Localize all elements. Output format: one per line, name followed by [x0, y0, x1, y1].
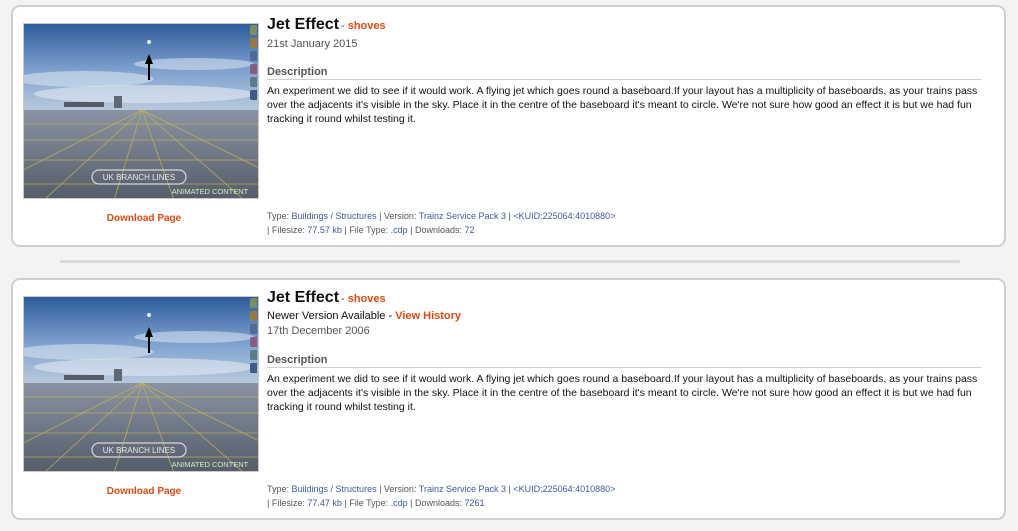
- release-date: 17th December 2006: [267, 325, 370, 337]
- animated-content-badge: ANIMATED CONTENT: [172, 187, 249, 196]
- author-link[interactable]: shoves: [348, 293, 386, 305]
- listing-card: UK BRANCH LINES ANIMATED CONTENT Downloa…: [11, 278, 1006, 520]
- title-row: Jet Effect - shoves: [267, 15, 997, 36]
- meta-row-2: | Filesize: 77.57 kb | File Type: .cdp |…: [267, 225, 475, 235]
- author-link[interactable]: shoves: [348, 20, 386, 32]
- side-tab[interactable]: [250, 25, 257, 35]
- listing-title[interactable]: Jet Effect: [267, 289, 339, 306]
- newer-version-text: Newer Version Available -: [267, 310, 393, 322]
- kuid-value: <KUID:225064:4010880>: [513, 211, 616, 221]
- kuid-value: <KUID:225064:4010880>: [513, 484, 616, 494]
- thumbnail-watermark: UK BRANCH LINES: [103, 446, 175, 455]
- filesize-value: 77.47 kb: [307, 498, 342, 508]
- side-tab[interactable]: [250, 298, 257, 308]
- listing-content: Jet Effect - shoves 21st January 2015 Desc…: [267, 15, 997, 126]
- listing-title[interactable]: Jet Effect: [267, 16, 339, 33]
- side-tab[interactable]: [250, 38, 257, 48]
- section-divider: [60, 260, 960, 263]
- version-label: Version:: [383, 484, 417, 494]
- download-page-link[interactable]: Download Page: [23, 486, 265, 497]
- filesize-label: Filesize:: [271, 225, 305, 235]
- description-heading: Description: [267, 354, 981, 368]
- description-text: An experiment we did to see if it would …: [267, 373, 978, 413]
- side-tab[interactable]: [250, 350, 257, 360]
- listing-content: Jet Effect - shoves Newer Version Availabl…: [267, 288, 997, 414]
- side-tab[interactable]: [250, 311, 257, 321]
- title-row: Jet Effect - shoves: [267, 288, 997, 309]
- gallery-side-tabs[interactable]: [250, 25, 260, 103]
- type-link[interactable]: Buildings / Structures: [292, 211, 377, 221]
- side-tab[interactable]: [250, 363, 257, 373]
- side-tab[interactable]: [250, 51, 257, 61]
- version-link[interactable]: Trainz Service Pack 3: [419, 484, 506, 494]
- version-label: Version:: [383, 211, 417, 221]
- downloads-count: 72: [464, 225, 475, 235]
- animated-content-badge: ANIMATED CONTENT: [172, 460, 249, 469]
- meta-row-2: | Filesize: 77.47 kb | File Type: .cdp |…: [267, 498, 485, 508]
- filesize-label: Filesize:: [271, 498, 305, 508]
- type-link[interactable]: Buildings / Structures: [292, 484, 377, 494]
- title-separator: -: [341, 20, 345, 32]
- view-history-link[interactable]: View History: [395, 310, 461, 322]
- meta-row-1: Type: Buildings / Structures | Version: …: [267, 211, 616, 221]
- filetype-label: File Type:: [349, 498, 389, 508]
- thumbnail-watermark: UK BRANCH LINES: [103, 173, 175, 182]
- side-tab[interactable]: [250, 64, 257, 74]
- release-date: 21st January 2015: [267, 38, 358, 50]
- description-text: An experiment we did to see if it would …: [267, 85, 978, 125]
- download-page-link[interactable]: Download Page: [23, 213, 265, 224]
- filetype-label: File Type:: [349, 225, 389, 235]
- description-heading: Description: [267, 66, 981, 80]
- title-separator: -: [341, 293, 345, 305]
- type-label: Type:: [267, 211, 290, 221]
- screenshot-thumbnail[interactable]: UK BRANCH LINES ANIMATED CONTENT: [23, 296, 259, 472]
- side-tab[interactable]: [250, 77, 257, 87]
- side-tab[interactable]: [250, 90, 257, 100]
- type-label: Type:: [267, 484, 290, 494]
- side-tab[interactable]: [250, 324, 257, 334]
- gallery-side-tabs[interactable]: [250, 298, 260, 376]
- version-link[interactable]: Trainz Service Pack 3: [419, 211, 506, 221]
- downloads-count: 7261: [464, 498, 485, 508]
- filesize-value: 77.57 kb: [307, 225, 342, 235]
- meta-row-1: Type: Buildings / Structures | Version: …: [267, 484, 616, 494]
- filetype-value: .cdp: [390, 498, 408, 508]
- filetype-value: .cdp: [390, 225, 408, 235]
- screenshot-thumbnail[interactable]: UK BRANCH LINES ANIMATED CONTENT: [23, 23, 259, 199]
- downloads-label: Downloads:: [414, 498, 463, 508]
- downloads-label: Downloads:: [414, 225, 463, 235]
- side-tab[interactable]: [250, 337, 257, 347]
- newer-version-notice: Newer Version Available - View History: [267, 309, 997, 323]
- listing-card: UK BRANCH LINES ANIMATED CONTENT Downloa…: [11, 5, 1006, 247]
